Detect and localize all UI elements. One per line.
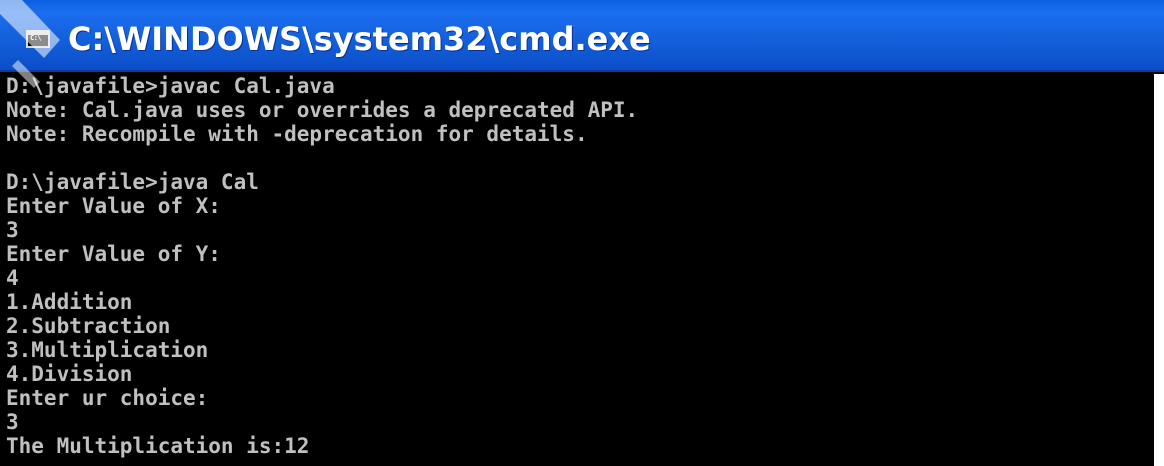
console-line: Note: Recompile with -deprecation for de… [6,122,588,146]
console-line: Note: Cal.java uses or overrides a depre… [6,98,639,122]
console-output[interactable]: D:\javafile>javac Cal.java Note: Cal.jav… [4,74,1154,466]
window-title: C:\WINDOWS\system32\cmd.exe [68,20,651,58]
console-line: 4.Division [6,362,133,386]
console-line: 2.Subtraction [6,314,171,338]
console-icon-glyph: C:\ [30,34,42,42]
console-right-edge [1154,74,1164,466]
console-line: Enter ur choice: [6,386,209,410]
console-line: The Multiplication is:12 [6,434,310,458]
console-line: 1.Addition [6,290,133,314]
console-line: Enter Value of X: [6,194,221,218]
console-line: 3 [6,410,19,434]
cmd-window: C:\ C:\WINDOWS\system32\cmd.exe D:\javaf… [0,0,1164,466]
console-line: 4 [6,266,19,290]
console-line: Enter Value of Y: [6,242,221,266]
console-window-icon[interactable]: C:\ [26,30,50,48]
console-line: 3.Multiplication [6,338,209,362]
console-line: D:\javafile>java Cal [6,170,259,194]
console-line: D:\javafile>javac Cal.java [6,74,335,98]
title-bar[interactable]: C:\ C:\WINDOWS\system32\cmd.exe [0,0,1164,72]
console-line: 3 [6,218,19,242]
